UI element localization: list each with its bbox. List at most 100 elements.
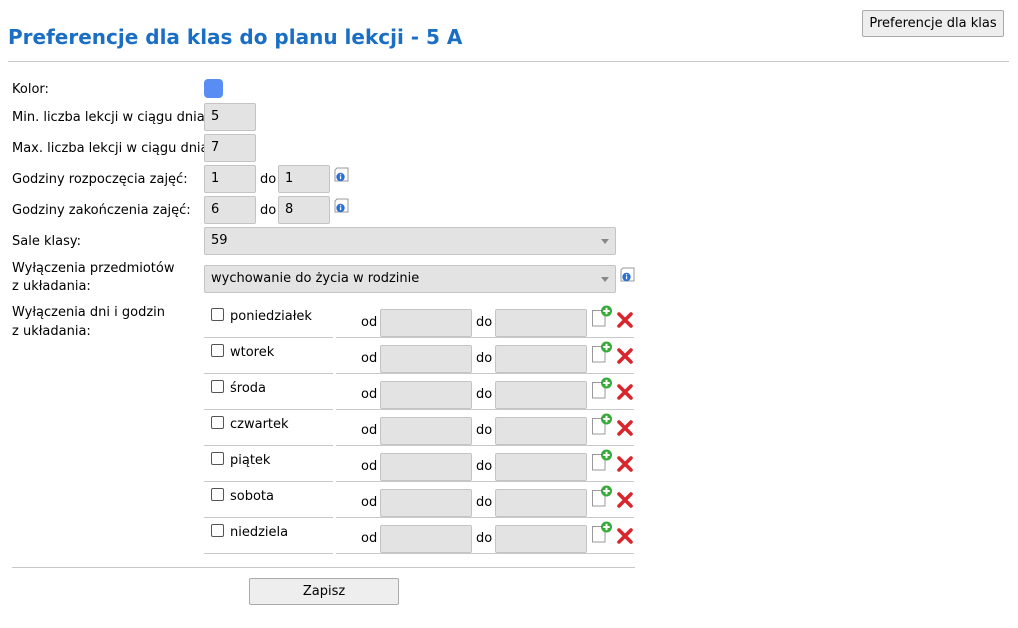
from-label: od — [361, 387, 378, 402]
day-exclusions-label-line1: Wyłączenia dni i godzin — [12, 305, 166, 320]
max-lessons-label: Max. liczba lekcji w ciągu dnia: — [12, 141, 213, 156]
row-divider — [204, 481, 333, 482]
from-hour-input[interactable] — [380, 453, 472, 481]
row-divider — [204, 553, 333, 554]
end-hours-info-icon[interactable] — [334, 198, 349, 213]
color-label: Kolor: — [12, 82, 49, 97]
max-lessons-input[interactable]: 7 — [204, 134, 256, 162]
add-icon[interactable] — [591, 341, 613, 363]
row-divider — [336, 337, 634, 338]
header-divider — [8, 61, 1009, 62]
end-hours-from-input[interactable]: 6 — [204, 196, 256, 224]
day-checkbox[interactable] — [211, 380, 224, 393]
day-checkbox[interactable] — [211, 524, 224, 537]
row-divider — [204, 409, 333, 410]
delete-icon[interactable] — [616, 527, 634, 545]
from-hour-input[interactable] — [380, 309, 472, 337]
end-hours-label: Godziny zakończenia zajęć: — [12, 203, 191, 218]
from-hour-input[interactable] — [380, 345, 472, 373]
day-checkbox[interactable] — [211, 344, 224, 357]
subject-exclusions-select[interactable]: wychowanie do życia w rodzinie — [204, 265, 616, 293]
class-preferences-button[interactable]: Preferencje dla klas — [862, 10, 1004, 37]
day-checkbox[interactable] — [211, 308, 224, 321]
delete-icon[interactable] — [616, 491, 634, 509]
start-hours-label: Godziny rozpoczęcia zajęć: — [12, 172, 188, 187]
min-lessons-label: Min. liczba lekcji w ciągu dnia: — [12, 110, 210, 125]
rooms-select[interactable]: 59 — [204, 227, 616, 255]
day-label: piątek — [230, 453, 271, 468]
to-hour-input[interactable] — [495, 381, 587, 409]
row-divider — [204, 373, 333, 374]
add-icon[interactable] — [591, 449, 613, 471]
to-hour-input[interactable] — [495, 489, 587, 517]
page-title: Preferencje dla klas do planu lekcji - 5… — [8, 25, 463, 49]
to-hour-input[interactable] — [495, 525, 587, 553]
row-divider — [336, 517, 634, 518]
from-label: od — [361, 351, 378, 366]
from-label: od — [361, 423, 378, 438]
start-hours-to-input[interactable]: 1 — [278, 165, 330, 193]
to-hour-input[interactable] — [495, 417, 587, 445]
day-label: czwartek — [230, 417, 289, 432]
row-divider — [204, 445, 333, 446]
day-exclusions-label-line2: z układania: — [12, 324, 91, 339]
to-label: do — [476, 423, 493, 438]
day-checkbox[interactable] — [211, 488, 224, 501]
save-button[interactable]: Zapisz — [249, 578, 399, 605]
to-label: do — [476, 531, 493, 546]
start-hours-range-sep: do — [260, 172, 277, 187]
end-hours-range-sep: do — [260, 203, 277, 218]
row-divider — [336, 373, 634, 374]
delete-icon[interactable] — [616, 383, 634, 401]
color-swatch[interactable] — [204, 79, 223, 98]
day-label: niedziela — [230, 525, 289, 540]
from-hour-input[interactable] — [380, 525, 472, 553]
footer-divider — [12, 567, 635, 568]
to-label: do — [476, 315, 493, 330]
day-label: poniedziałek — [230, 309, 312, 324]
min-lessons-input[interactable]: 5 — [204, 103, 256, 131]
row-divider — [336, 445, 634, 446]
day-checkbox[interactable] — [211, 416, 224, 429]
add-icon[interactable] — [591, 413, 613, 435]
row-divider — [336, 553, 634, 554]
start-hours-from-input[interactable]: 1 — [204, 165, 256, 193]
delete-icon[interactable] — [616, 455, 634, 473]
start-hours-info-icon[interactable] — [334, 167, 349, 182]
row-divider — [336, 409, 634, 410]
day-label: wtorek — [230, 345, 275, 360]
from-label: od — [361, 495, 378, 510]
subject-exclusions-info-icon[interactable] — [620, 267, 635, 282]
to-label: do — [476, 459, 493, 474]
row-divider — [204, 337, 333, 338]
row-divider — [204, 517, 333, 518]
chevron-down-icon — [601, 239, 609, 244]
to-label: do — [476, 495, 493, 510]
delete-icon[interactable] — [616, 311, 634, 329]
day-label: środa — [230, 381, 267, 396]
subject-exclusions-label-line1: Wyłączenia przedmiotów — [12, 261, 175, 276]
rooms-label: Sale klasy: — [12, 234, 81, 249]
end-hours-to-input[interactable]: 8 — [278, 196, 330, 224]
to-hour-input[interactable] — [495, 309, 587, 337]
chevron-down-icon — [601, 277, 609, 282]
from-hour-input[interactable] — [380, 381, 472, 409]
to-hour-input[interactable] — [495, 345, 587, 373]
to-label: do — [476, 351, 493, 366]
add-icon[interactable] — [591, 377, 613, 399]
to-label: do — [476, 387, 493, 402]
delete-icon[interactable] — [616, 347, 634, 365]
delete-icon[interactable] — [616, 419, 634, 437]
from-hour-input[interactable] — [380, 417, 472, 445]
from-label: od — [361, 315, 378, 330]
day-label: sobota — [230, 489, 274, 504]
to-hour-input[interactable] — [495, 453, 587, 481]
from-label: od — [361, 459, 378, 474]
rooms-select-value: 59 — [211, 233, 228, 248]
add-icon[interactable] — [591, 305, 613, 327]
day-checkbox[interactable] — [211, 452, 224, 465]
from-hour-input[interactable] — [380, 489, 472, 517]
add-icon[interactable] — [591, 485, 613, 507]
from-label: od — [361, 531, 378, 546]
add-icon[interactable] — [591, 521, 613, 543]
